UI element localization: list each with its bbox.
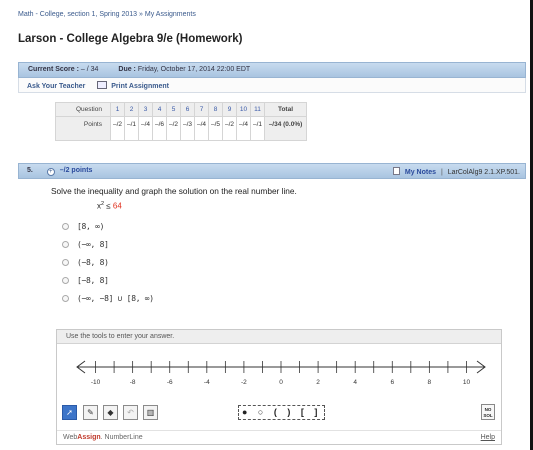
radio-button[interactable]: [62, 223, 69, 230]
question-points-4: –/6: [152, 116, 167, 141]
question-link-7[interactable]: 7: [194, 102, 209, 117]
number-line-widget: Use the tools to enter your answer. -10-…: [56, 329, 502, 445]
number-line-toolbar: ➚ ✎ ◆ ↶ ▥ ● ○ ( ) [ ] NO SOL: [62, 403, 495, 423]
question-points: –/2 points: [59, 167, 93, 174]
question-link-9[interactable]: 9: [222, 102, 237, 117]
question-header-bar: 5. + –/2 points My Notes | LarColAlg9 2.…: [18, 163, 526, 179]
question-points-5: –/2: [166, 116, 181, 141]
answer-choice-label: (−∞, −8] ∪ [8, ∞): [77, 294, 154, 303]
score-bar: Current Score : – / 34 Due : Friday, Oct…: [18, 62, 526, 78]
answer-choice-label: (−8, 8): [77, 258, 109, 267]
inequality-operator: ≤: [104, 201, 113, 211]
inequality: x2 ≤ 64: [97, 201, 122, 211]
tick-label: -6: [167, 379, 173, 386]
answer-choice[interactable]: (−∞, −8] ∪ [8, ∞): [62, 294, 154, 303]
breadcrumb-separator: »: [139, 11, 143, 18]
answer-choice[interactable]: (−∞, 8]: [62, 240, 109, 249]
question-points-6: –/3: [180, 116, 195, 141]
page-title: Larson - College Algebra 9/e (Homework): [18, 33, 243, 45]
question-points-2: –/1: [124, 116, 139, 141]
question-points-1: –/2: [110, 116, 125, 141]
number-line-instructions: Use the tools to enter your answer.: [57, 330, 501, 344]
radio-button[interactable]: [62, 241, 69, 248]
radio-button[interactable]: [62, 259, 69, 266]
answer-choice-label: (−∞, 8]: [77, 240, 109, 249]
printer-icon[interactable]: [97, 81, 108, 89]
question-points-9: –/2: [222, 116, 237, 141]
question-points-10: –/4: [236, 116, 251, 141]
question-link-11[interactable]: 11: [250, 102, 265, 117]
pencil-tool-icon[interactable]: ✎: [83, 405, 98, 420]
tick-label: -2: [241, 379, 247, 386]
inequality-value: 64: [112, 201, 122, 211]
question-link-3[interactable]: 3: [138, 102, 153, 117]
question-points-11: –/1: [250, 116, 265, 141]
pointer-tool-icon[interactable]: ➚: [62, 405, 77, 420]
print-assignment-link[interactable]: Print Assignment: [111, 83, 169, 90]
total-header: Total: [264, 102, 307, 117]
tick-label: -4: [204, 379, 210, 386]
tick-label: 8: [428, 379, 432, 386]
ask-teacher-link[interactable]: Ask Your Teacher: [27, 83, 85, 90]
current-score-label: Current Score :: [28, 66, 79, 73]
breadcrumb-course-link[interactable]: Math - College, section 1, Spring 2013: [18, 11, 137, 18]
tick-label: 10: [463, 379, 471, 386]
number-line-canvas[interactable]: -10 -8 -6 -4 -2 0 2 4 6 8 10: [57, 345, 501, 400]
total-value: –/34 (0.0%): [264, 116, 307, 141]
due-value: Friday, October 17, 2014 22:00 EDT: [137, 66, 251, 73]
trash-tool-icon[interactable]: ▥: [143, 405, 158, 420]
question-link-2[interactable]: 2: [124, 102, 139, 117]
radio-button[interactable]: [62, 295, 69, 302]
endpoint-tools[interactable]: ● ○ ( ) [ ]: [238, 405, 326, 420]
notes-icon[interactable]: [392, 167, 400, 175]
undo-tool-icon[interactable]: ↶: [123, 405, 138, 420]
tick-label: -10: [91, 379, 101, 386]
question-points-7: –/4: [194, 116, 209, 141]
question-link-4[interactable]: 4: [152, 102, 167, 117]
points-header: Points: [55, 116, 111, 141]
score-table: Question 1 2 3 4 5 6 7 8 9 10 11 Total Points –/2 –/…: [55, 102, 307, 141]
no-solution-button[interactable]: NO SOL: [481, 404, 495, 420]
number-line-footer: WebAssign. NumberLine Help: [57, 430, 501, 444]
question-link-8[interactable]: 8: [208, 102, 223, 117]
help-link[interactable]: Help: [481, 434, 495, 441]
eraser-tool-icon[interactable]: ◆: [103, 405, 118, 420]
question-link-5[interactable]: 5: [166, 102, 181, 117]
answer-choice[interactable]: [8, ∞): [62, 222, 104, 231]
tick-label: 4: [353, 379, 357, 386]
separator: |: [440, 169, 443, 176]
question-number: 5.: [27, 167, 33, 174]
answer-choice-label: [8, ∞): [77, 222, 105, 231]
tick-label: -8: [130, 379, 136, 386]
question-points-3: –/4: [138, 116, 153, 141]
question-header: Question: [55, 102, 111, 117]
answer-choice-label: [−8, 8]: [77, 276, 109, 285]
breadcrumb-assignments-link[interactable]: My Assignments: [145, 11, 196, 18]
answer-choice[interactable]: [−8, 8]: [62, 276, 109, 285]
page: Math - College, section 1, Spring 2013 »…: [0, 0, 533, 450]
assignment-links: Ask Your Teacher Print Assignment: [18, 78, 526, 93]
question-link-6[interactable]: 6: [180, 102, 195, 117]
tick-label: 6: [390, 379, 394, 386]
tick-label: 2: [316, 379, 320, 386]
webassign-logo: WebAssign. NumberLine: [63, 434, 143, 441]
current-score-value: – / 34: [80, 66, 99, 73]
question-link-10[interactable]: 10: [236, 102, 251, 117]
question-prompt: Solve the inequality and graph the solut…: [51, 186, 297, 196]
question-tools: My Notes | LarColAlg9 2.1.XP.501.: [392, 167, 520, 176]
due-label: Due :: [118, 66, 136, 73]
expand-plus-icon[interactable]: +: [46, 168, 55, 176]
question-link-1[interactable]: 1: [110, 102, 125, 117]
question-reference: LarColAlg9 2.1.XP.501.: [447, 169, 520, 176]
my-notes-link[interactable]: My Notes: [405, 169, 436, 176]
question-points-8: –/5: [208, 116, 223, 141]
answer-choice[interactable]: (−8, 8): [62, 258, 109, 267]
breadcrumb: Math - College, section 1, Spring 2013 »…: [18, 11, 196, 18]
radio-button[interactable]: [62, 277, 69, 284]
tick-label: 0: [279, 379, 283, 386]
